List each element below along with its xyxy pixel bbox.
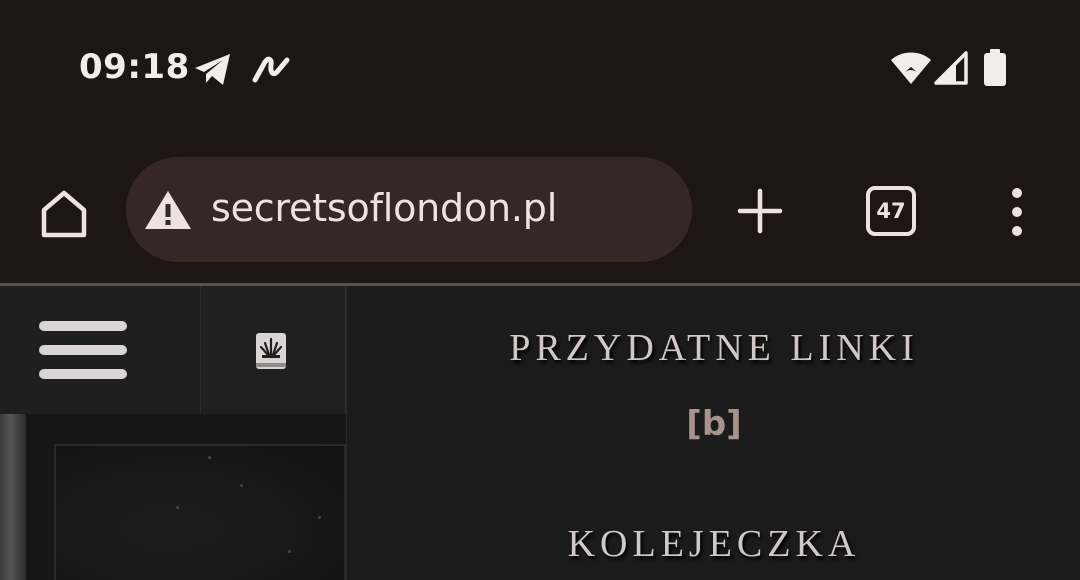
hamburger-icon[interactable] (39, 321, 127, 381)
telegram-icon (195, 54, 230, 85)
address-bar[interactable]: secretsoflondon.pl (126, 157, 692, 262)
tab-count: 47 (876, 199, 906, 223)
warning-icon[interactable] (144, 190, 192, 230)
menu-toggle[interactable] (0, 286, 200, 414)
wifi-icon (891, 52, 931, 84)
section-heading: PRZYDATNE LINKI (509, 327, 919, 369)
home-icon[interactable] (36, 186, 92, 242)
status-time: 09:18 (79, 47, 190, 87)
header-photo (26, 414, 346, 580)
web-page: PRZYDATNE LINKI [b] KOLEJECZKA (0, 286, 1080, 580)
tab-switcher-button[interactable]: 47 (866, 186, 916, 236)
activity-icon (252, 56, 290, 83)
book-icon[interactable] (253, 333, 289, 373)
url-text[interactable]: secretsoflondon.pl (211, 186, 557, 230)
next-section-heading: KOLEJECZKA (567, 523, 861, 565)
status-bar: 09:18 (0, 0, 1080, 140)
overflow-menu-icon[interactable] (1002, 184, 1032, 240)
signal-icon (934, 51, 968, 85)
sidebar-content: PRZYDATNE LINKI [b] KOLEJECZKA (346, 286, 1080, 580)
browser-toolbar: secretsoflondon.pl 47 (0, 140, 1080, 283)
photo-frame (54, 444, 346, 580)
battery-icon (984, 49, 1006, 86)
book-button[interactable] (200, 286, 346, 426)
new-tab-icon[interactable] (737, 188, 783, 234)
photo-edge (0, 414, 26, 580)
link-b[interactable]: [b] (347, 404, 1080, 444)
